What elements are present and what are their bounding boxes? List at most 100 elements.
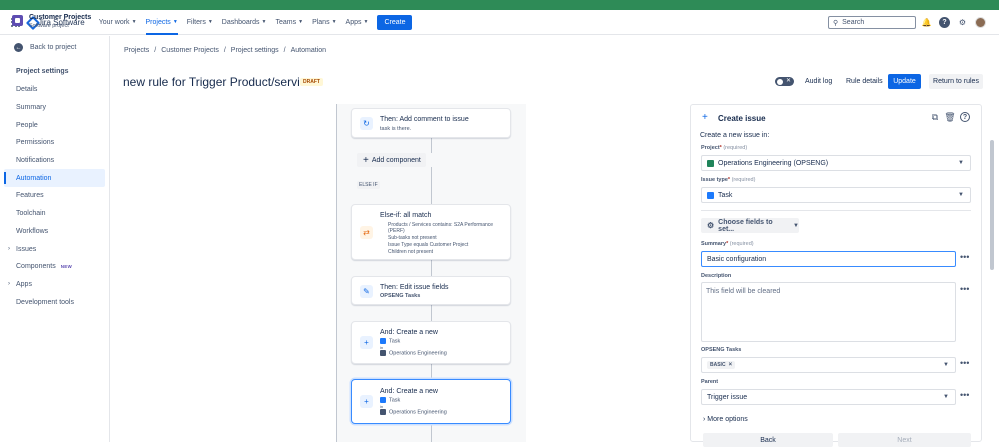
search-placeholder: Search: [842, 19, 865, 26]
more-icon[interactable]: •••: [960, 358, 969, 368]
choose-fields-button[interactable]: ⚙ Choose fields to set... ▼: [701, 218, 799, 233]
create-issue-action-card[interactable]: + And: Create a new Task in Operations E…: [351, 321, 511, 364]
card-subtitle: OPSENG Tasks: [380, 293, 421, 299]
nav-projects[interactable]: Projects ▼: [145, 10, 179, 35]
arrow-left-icon: ←: [14, 43, 23, 52]
audit-log-button[interactable]: Audit log: [801, 74, 836, 89]
sidebar-item-development-tools[interactable]: Development tools: [4, 293, 105, 311]
sidebar-item-permissions[interactable]: Permissions: [4, 134, 105, 152]
chevron-down-icon: ▼: [943, 394, 949, 400]
issue-type-select[interactable]: Task ▼: [701, 187, 971, 203]
sidebar-item-workflows[interactable]: Workflows: [4, 223, 105, 241]
sidebar-item-components[interactable]: Components NEW: [4, 258, 105, 276]
gear-icon: ⚙: [707, 221, 715, 230]
sidebar-item-notifications[interactable]: Notifications: [4, 152, 105, 170]
canvas-divider: [336, 104, 337, 442]
sidebar-item-apps[interactable]: › Apps: [4, 276, 105, 294]
nav-apps[interactable]: Apps ▼: [346, 10, 369, 35]
project-select-value: Operations Engineering (OPSENG): [718, 159, 829, 167]
task-icon: [380, 338, 386, 344]
more-icon[interactable]: •••: [960, 284, 969, 294]
more-icon[interactable]: •••: [960, 390, 969, 400]
sidebar-item-toolchain[interactable]: Toolchain: [4, 205, 105, 223]
return-to-rules-button[interactable]: Return to rules: [929, 74, 983, 89]
new-badge: NEW: [60, 264, 73, 270]
more-icon[interactable]: •••: [960, 252, 969, 262]
next-button[interactable]: Next: [838, 433, 971, 447]
selected-tag[interactable]: BASIC ×: [707, 361, 736, 369]
primary-nav: Your work ▼ Projects ▼ Filters ▼ Dashboards…: [99, 10, 413, 35]
project-type: Software project: [29, 23, 69, 29]
project-select[interactable]: Operations Engineering (OPSENG) ▼: [701, 155, 971, 171]
settings-gear-icon[interactable]: ⚙: [957, 17, 968, 28]
breadcrumb-project-settings[interactable]: Project settings: [231, 47, 279, 54]
back-label: Back to project: [30, 44, 77, 51]
task-icon: [380, 397, 386, 403]
card-title: And: Create a new: [380, 388, 438, 395]
else-if-condition-card[interactable]: ⇄ Else-if: all match Products / Services…: [351, 204, 511, 260]
sidebar-item-people[interactable]: People: [4, 116, 105, 134]
create-issue-action-card-selected[interactable]: + And: Create a new Task in Operations E…: [351, 379, 511, 424]
project-header[interactable]: Customer Projects Software project: [12, 14, 91, 29]
chevron-right-icon: ›: [703, 416, 706, 423]
nav-your-work[interactable]: Your work ▼: [99, 10, 137, 35]
description-textarea[interactable]: This field will be cleared: [701, 282, 956, 342]
panel-actions: ⧉ 🗑 ?: [930, 112, 970, 122]
refresh-icon: ↻: [360, 117, 373, 130]
comment-action-card[interactable]: ↻ Then: Add comment to issue task is the…: [351, 108, 511, 138]
breadcrumb-projects[interactable]: Projects: [124, 47, 149, 54]
panel-scrollbar[interactable]: [990, 140, 994, 270]
add-component-button[interactable]: + Add component: [357, 153, 426, 167]
sidebar-item-features[interactable]: Features: [4, 187, 105, 205]
breadcrumb-customer-projects[interactable]: Customer Projects: [161, 47, 219, 54]
sidebar-item-summary[interactable]: Summary: [4, 99, 105, 117]
back-to-project-link[interactable]: ← Back to project: [14, 43, 76, 52]
condition-item: Issue Type equals Customer Project: [388, 242, 469, 248]
summary-input[interactable]: Basic configuration: [701, 251, 956, 267]
chevron-down-icon: ▼: [331, 19, 337, 25]
connector-line: [431, 138, 432, 153]
help-icon[interactable]: ?: [939, 17, 950, 28]
sidebar-list: Details Summary People Permissions Notif…: [4, 81, 105, 311]
rule-details-button[interactable]: Rule details: [842, 74, 887, 89]
opseng-tasks-field-label: OPSENG Tasks: [701, 347, 742, 353]
plus-icon: +: [363, 154, 369, 166]
create-button[interactable]: Create: [377, 14, 413, 30]
close-icon[interactable]: ×: [729, 362, 733, 368]
update-button[interactable]: Update: [888, 74, 921, 89]
page-title[interactable]: new rule for Trigger Product/services: [123, 75, 318, 89]
duplicate-icon[interactable]: ⧉: [930, 112, 940, 122]
plus-icon: +: [360, 336, 373, 349]
rule-enable-toggle[interactable]: ✕: [775, 77, 794, 86]
parent-select[interactable]: Trigger issue ▼: [701, 389, 956, 405]
connector-line: [431, 260, 432, 276]
more-options-toggle[interactable]: › More options: [703, 416, 748, 423]
nav-filters[interactable]: Filters ▼: [187, 10, 213, 35]
status-badge: DRAFT: [300, 78, 323, 86]
issue-type-value: Task: [718, 191, 733, 199]
chevron-down-icon: ▼: [943, 362, 949, 368]
sidebar-item-issues[interactable]: › Issues: [4, 240, 105, 258]
sidebar-item-details[interactable]: Details: [4, 81, 105, 99]
nav-plans[interactable]: Plans ▼: [312, 10, 336, 35]
help-icon[interactable]: ?: [960, 112, 970, 122]
project-icon: [380, 409, 386, 415]
avatar[interactable]: [975, 17, 986, 28]
plus-icon: +: [360, 395, 373, 408]
connector-line: [431, 424, 432, 442]
opseng-tasks-select[interactable]: BASIC × ▼: [701, 357, 956, 373]
nav-dashboards[interactable]: Dashboards ▼: [222, 10, 267, 35]
breadcrumb-automation[interactable]: Automation: [291, 47, 326, 54]
project-row: Operations Engineering: [380, 409, 447, 415]
notifications-icon[interactable]: 🔔: [921, 17, 932, 28]
edit-issue-action-card[interactable]: ✎ Then: Edit issue fields OPSENG Tasks: [351, 276, 511, 305]
condition-item: Children not present: [388, 249, 434, 255]
parent-field-label: Parent: [701, 379, 719, 385]
search-input[interactable]: ⚲ Search: [828, 16, 916, 29]
else-if-label: ELSE IF: [357, 181, 380, 189]
trash-icon[interactable]: 🗑: [944, 112, 955, 122]
back-button[interactable]: Back: [703, 433, 833, 447]
nav-teams[interactable]: Teams ▼: [275, 10, 303, 35]
project-icon: [380, 350, 386, 356]
sidebar-item-automation[interactable]: Automation: [4, 169, 105, 188]
